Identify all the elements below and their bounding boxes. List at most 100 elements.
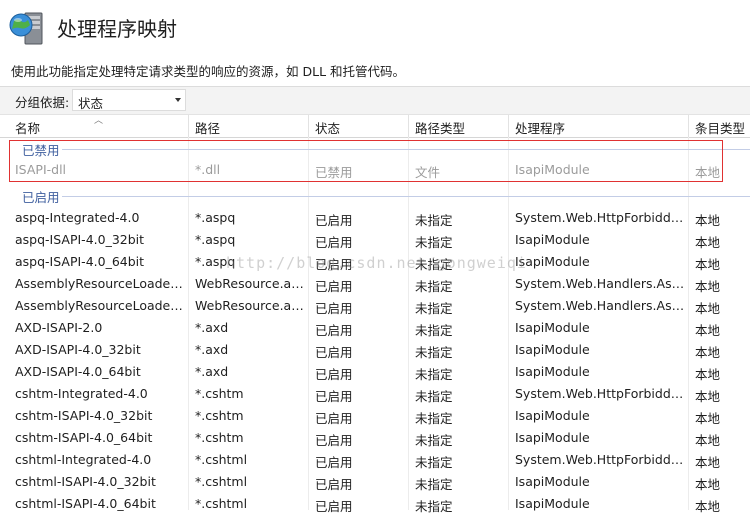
cell-entry-type: 本地 — [695, 165, 721, 180]
group-header-label: 已启用 — [22, 190, 60, 205]
cell-state: 已启用 — [315, 477, 353, 492]
cell-handler: IsapiModule — [515, 430, 590, 445]
cell-name: cshtml-Integrated-4.0 — [15, 452, 152, 467]
table-row[interactable]: cshtml-ISAPI-4.0_32bit *.cshtml 已启用 未指定 … — [0, 471, 750, 493]
globe-server-icon — [9, 12, 43, 45]
cell-entry-type: 本地 — [695, 389, 721, 404]
cell-path: *.cshtm — [195, 430, 244, 445]
cell-name: cshtm-ISAPI-4.0_32bit — [15, 408, 153, 423]
column-divider[interactable] — [408, 115, 409, 137]
cell-path: *.axd — [195, 364, 229, 379]
cell-name: aspq-Integrated-4.0 — [15, 210, 140, 225]
cell-name: cshtml-ISAPI-4.0_64bit — [15, 496, 156, 511]
table-row[interactable]: AXD-ISAPI-2.0 *.axd 已启用 未指定 IsapiModule … — [0, 317, 750, 339]
cell-path: *.aspq — [195, 232, 236, 247]
cell-state: 已启用 — [315, 455, 353, 470]
cell-name: cshtm-Integrated-4.0 — [15, 386, 148, 401]
cell-path-type: 未指定 — [415, 345, 453, 360]
cell-state: 已启用 — [315, 279, 353, 294]
column-header-state[interactable]: 状态 — [315, 118, 340, 137]
cell-entry-type: 本地 — [695, 367, 721, 382]
cell-path-type: 未指定 — [415, 389, 453, 404]
cell-path-type: 未指定 — [415, 367, 453, 382]
group-header-disabled[interactable]: 已禁用 — [0, 140, 750, 158]
cell-name: AXD-ISAPI-4.0_32bit — [15, 342, 141, 357]
cell-entry-type: 本地 — [695, 235, 721, 250]
table-row[interactable]: AXD-ISAPI-4.0_64bit *.axd 已启用 未指定 IsapiM… — [0, 361, 750, 383]
column-header-path-type[interactable]: 路径类型 — [415, 118, 465, 137]
table-row[interactable]: cshtml-Integrated-4.0 *.cshtml 已启用 未指定 S… — [0, 449, 750, 471]
cell-state: 已启用 — [315, 235, 353, 250]
cell-entry-type: 本地 — [695, 455, 721, 470]
table-row[interactable]: cshtml-ISAPI-4.0_64bit *.cshtml 已启用 未指定 … — [0, 493, 750, 515]
cell-state: 已启用 — [315, 499, 353, 514]
groupby-select[interactable]: 状态 — [72, 89, 186, 111]
column-header-name[interactable]: 名称 — [15, 118, 40, 137]
cell-name: AXD-ISAPI-4.0_64bit — [15, 364, 141, 379]
cell-path-type: 未指定 — [415, 213, 453, 228]
cell-entry-type: 本地 — [695, 345, 721, 360]
cell-path-type: 未指定 — [415, 433, 453, 448]
cell-state: 已启用 — [315, 301, 353, 316]
cell-path: *.cshtml — [195, 452, 248, 467]
cell-path: *.aspq — [195, 210, 236, 225]
cell-handler: IsapiModule — [515, 474, 590, 489]
cell-name: aspq-ISAPI-4.0_64bit — [15, 254, 145, 269]
table-row[interactable]: AssemblyResourceLoader-I... WebResource.… — [0, 295, 750, 317]
group-header-divider — [62, 149, 750, 150]
column-header-entry-type[interactable]: 条目类型 — [695, 118, 745, 137]
cell-path-type: 未指定 — [415, 411, 453, 426]
cell-path-type: 未指定 — [415, 257, 453, 272]
page-description: 使用此功能指定处理特定请求类型的响应的资源，如 DLL 和托管代码。 — [11, 64, 406, 79]
column-divider[interactable] — [308, 115, 309, 137]
cell-state: 已禁用 — [315, 165, 353, 180]
table-row[interactable]: aspq-Integrated-4.0 *.aspq 已启用 未指定 Syste… — [0, 207, 750, 229]
cell-path: *.dll — [195, 162, 221, 177]
groupby-label: 分组依据: — [15, 95, 70, 110]
group-header-enabled[interactable]: 已启用 — [0, 187, 750, 205]
cell-name: AXD-ISAPI-2.0 — [15, 320, 103, 335]
cell-name: ISAPI-dll — [15, 162, 67, 177]
cell-entry-type: 本地 — [695, 433, 721, 448]
column-header-handler[interactable]: 处理程序 — [515, 118, 565, 137]
column-divider[interactable] — [508, 115, 509, 137]
table-row[interactable]: cshtm-ISAPI-4.0_64bit *.cshtm 已启用 未指定 Is… — [0, 427, 750, 449]
cell-handler: System.Web.Handlers.Asse... — [515, 276, 685, 291]
table-row[interactable]: AXD-ISAPI-4.0_32bit *.axd 已启用 未指定 IsapiM… — [0, 339, 750, 361]
table-row[interactable]: cshtm-Integrated-4.0 *.cshtm 已启用 未指定 Sys… — [0, 383, 750, 405]
sort-ascending-icon: ︿ — [94, 116, 104, 126]
group-header-divider — [62, 196, 750, 197]
cell-path-type: 未指定 — [415, 235, 453, 250]
cell-name: aspq-ISAPI-4.0_32bit — [15, 232, 145, 247]
cell-state: 已启用 — [315, 389, 353, 404]
cell-path-type: 未指定 — [415, 499, 453, 514]
cell-entry-type: 本地 — [695, 477, 721, 492]
cell-path-type: 文件 — [415, 165, 441, 180]
cell-entry-type: 本地 — [695, 499, 721, 514]
chevron-down-icon[interactable] — [175, 98, 181, 102]
cell-path-type: 未指定 — [415, 477, 453, 492]
cell-state: 已启用 — [315, 323, 353, 338]
table-row[interactable]: ISAPI-dll *.dll 已禁用 文件 IsapiModule 本地 — [0, 159, 750, 181]
column-divider[interactable] — [188, 115, 189, 137]
column-divider[interactable] — [688, 115, 689, 137]
column-header-path[interactable]: 路径 — [195, 118, 220, 137]
cell-handler: IsapiModule — [515, 342, 590, 357]
cell-path: *.cshtm — [195, 386, 244, 401]
cell-state: 已启用 — [315, 411, 353, 426]
cell-state: 已启用 — [315, 367, 353, 382]
cell-name: cshtml-ISAPI-4.0_32bit — [15, 474, 156, 489]
cell-state: 已启用 — [315, 433, 353, 448]
cell-handler: System.Web.HttpForbidde... — [515, 386, 685, 401]
cell-handler: IsapiModule — [515, 254, 590, 269]
cell-path-type: 未指定 — [415, 323, 453, 338]
table-row[interactable]: AssemblyResourceLoader-I... WebResource.… — [0, 273, 750, 295]
table-row[interactable]: aspq-ISAPI-4.0_64bit *.aspq 已启用 未指定 Isap… — [0, 251, 750, 273]
page-header: 处理程序映射 使用此功能指定处理特定请求类型的响应的资源，如 DLL 和托管代码… — [0, 0, 750, 86]
cell-entry-type: 本地 — [695, 323, 721, 338]
cell-entry-type: 本地 — [695, 213, 721, 228]
table-row[interactable]: cshtm-ISAPI-4.0_32bit *.cshtm 已启用 未指定 Is… — [0, 405, 750, 427]
table-row[interactable]: aspq-ISAPI-4.0_32bit *.aspq 已启用 未指定 Isap… — [0, 229, 750, 251]
group-header-label: 已禁用 — [22, 143, 60, 158]
groupby-select-value: 状态 — [78, 96, 104, 111]
